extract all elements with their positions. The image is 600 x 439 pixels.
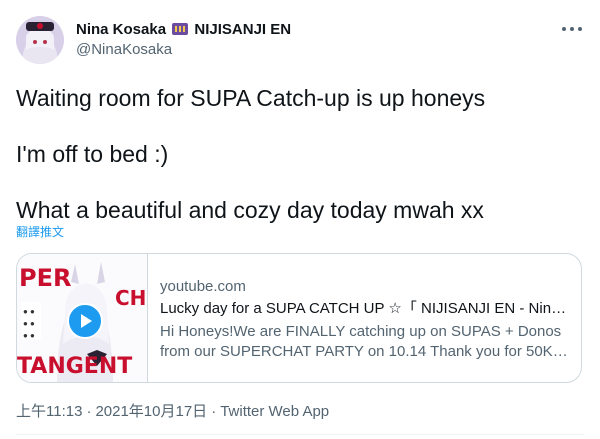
thumb-text-ch: CH: [115, 286, 147, 310]
avatar[interactable]: [16, 16, 64, 64]
avatar-illustration-icon: [16, 16, 64, 64]
thumb-text-per: PER: [19, 264, 72, 292]
slot-machine-emoji-icon: [172, 23, 189, 35]
card-title: Lucky day for a SUPA CATCH UP ☆「 NIJISAN…: [160, 300, 570, 317]
more-icon[interactable]: [562, 22, 582, 36]
link-card[interactable]: ● ● ● ● ● ● PER CH TANGENT youtube.com L…: [16, 253, 582, 383]
tweet-line: What a beautiful and cozy day today mwah…: [16, 197, 484, 223]
tweet-source[interactable]: Twitter Web App: [220, 403, 329, 420]
tweet-time[interactable]: 上午11:13: [16, 403, 82, 420]
more-dot: [562, 27, 566, 31]
meta-separator: ·: [86, 403, 92, 420]
tweet-line: Waiting room for SUPA Catch-up is up hon…: [16, 85, 486, 111]
tweet-line: I'm off to bed :): [16, 141, 169, 167]
meta-separator: ·: [211, 403, 217, 420]
play-icon[interactable]: [67, 303, 103, 339]
card-body: youtube.com Lucky day for a SUPA CATCH U…: [160, 277, 570, 362]
user-info: Nina Kosaka NIJISANJI EN @NinaKosaka: [76, 20, 291, 60]
display-name[interactable]: Nina Kosaka: [76, 21, 166, 38]
tweet-date[interactable]: 2021年10月17日: [95, 403, 207, 420]
more-dot: [570, 27, 574, 31]
card-desc-line: from our SUPERCHAT PARTY on 10.14 Thank …: [160, 343, 570, 360]
divider: [16, 434, 584, 435]
card-domain: youtube.com: [160, 278, 246, 295]
display-name-row[interactable]: Nina Kosaka NIJISANJI EN: [76, 20, 291, 40]
user-handle[interactable]: @NinaKosaka: [76, 40, 291, 60]
more-dot: [578, 27, 582, 31]
translate-tweet-link[interactable]: 翻譯推文: [16, 223, 64, 240]
svg-text:● ●: ● ●: [23, 331, 35, 340]
svg-text:● ●: ● ●: [23, 307, 35, 316]
card-thumbnail: ● ● ● ● ● ● PER CH TANGENT: [17, 254, 148, 382]
thumb-text-tangent: TANGENT: [17, 354, 133, 379]
display-name-org[interactable]: NIJISANJI EN: [194, 21, 291, 38]
card-desc-line: Hi Honeys!We are FINALLY catching up on …: [160, 323, 562, 340]
svg-text:● ●: ● ●: [23, 319, 35, 328]
card-description: Hi Honeys!We are FINALLY catching up on …: [160, 322, 570, 362]
tweet-meta: 上午11:13 · 2021年10月17日 · Twitter Web App: [16, 400, 329, 421]
